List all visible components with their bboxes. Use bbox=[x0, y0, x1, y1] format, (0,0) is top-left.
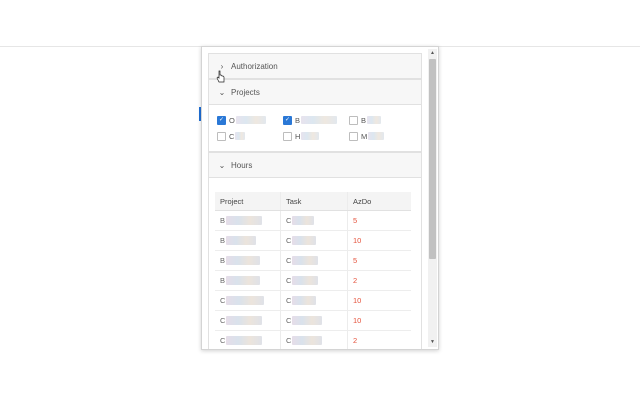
redacted-text bbox=[226, 236, 257, 246]
redacted-text bbox=[368, 132, 385, 140]
redacted-text bbox=[235, 116, 266, 124]
authorization-label: Authorization bbox=[231, 61, 278, 71]
azdo-hours-cell: 10 bbox=[347, 230, 411, 251]
project-name: H bbox=[295, 131, 301, 141]
table-row[interactable]: BC2 bbox=[215, 270, 411, 291]
redacted-text bbox=[226, 276, 261, 286]
popup-content: › Authorization ⌄ Projects ✓ O ✓ B B C H… bbox=[208, 53, 422, 349]
table-row[interactable]: B C 10 bbox=[215, 230, 411, 251]
project-name: B bbox=[361, 115, 367, 125]
scrollbar-thumb[interactable] bbox=[429, 59, 436, 259]
hours-label: Hours bbox=[231, 160, 253, 170]
projects-list: ✓ O ✓ B B C H M bbox=[209, 105, 421, 152]
redacted-text bbox=[226, 296, 265, 306]
task-cell: C bbox=[280, 270, 348, 291]
chevron-down-icon: ⌄ bbox=[218, 160, 226, 170]
redacted-text bbox=[292, 336, 323, 346]
table-row[interactable]: BC5 bbox=[215, 250, 411, 271]
projects-label: Projects bbox=[231, 87, 260, 97]
task-cell: C bbox=[280, 330, 348, 349]
hours-table: Project Task AzDo B C 5 B C 10 B C 5 B C 2 C C 10 C C 10 C… bbox=[215, 192, 411, 349]
project-cell: B bbox=[215, 270, 281, 291]
project-cell: B bbox=[215, 250, 281, 271]
projects-section: ⌄ Projects ✓ O ✓ B B C H M bbox=[208, 79, 422, 152]
project-checkbox-5[interactable]: H bbox=[283, 131, 349, 141]
task-cell: C bbox=[280, 250, 348, 271]
column-header-azdo[interactable]: AzDo bbox=[347, 192, 411, 211]
redacted-text bbox=[235, 132, 246, 140]
hours-body: Project Task AzDo B C 5 B C 10 B C 5 B C 2 C C 10 C C 10 C… bbox=[209, 178, 421, 349]
azdo-hours-cell: 10 bbox=[347, 290, 411, 311]
redacted-text bbox=[367, 116, 382, 124]
redacted-text bbox=[292, 296, 317, 306]
column-header-task[interactable]: Task bbox=[280, 192, 348, 211]
scroll-up-arrow-icon[interactable]: ▲ bbox=[428, 49, 437, 58]
project-checkbox-2[interactable]: ✓ B bbox=[283, 115, 349, 125]
azdo-hours-cell: 2 bbox=[347, 330, 411, 349]
hours-header[interactable]: ⌄ Hours bbox=[209, 153, 421, 178]
hand-cursor-icon bbox=[216, 70, 225, 83]
project-name: O bbox=[229, 115, 235, 125]
task-cell: C bbox=[280, 210, 348, 231]
checkbox-unchecked-icon[interactable] bbox=[217, 131, 226, 141]
project-checkbox-1[interactable]: ✓ O bbox=[217, 115, 283, 125]
table-row[interactable]: BC5 bbox=[215, 210, 411, 231]
redacted-text bbox=[292, 316, 323, 326]
chevron-down-icon: ⌄ bbox=[218, 87, 226, 97]
projects-header[interactable]: ⌄ Projects bbox=[209, 80, 421, 105]
project-cell: C bbox=[215, 290, 281, 311]
authorization-header[interactable]: › Authorization bbox=[209, 54, 421, 79]
checkbox-checked-icon[interactable]: ✓ bbox=[217, 115, 226, 125]
table-row[interactable]: C C 10 bbox=[215, 310, 411, 331]
redacted-text bbox=[226, 316, 263, 326]
redacted-text bbox=[226, 256, 261, 266]
project-cell: B bbox=[215, 230, 281, 251]
project-checkbox-6[interactable]: M bbox=[349, 131, 409, 141]
checkbox-checked-icon[interactable]: ✓ bbox=[283, 115, 292, 125]
column-header-project[interactable]: Project bbox=[215, 192, 281, 211]
redacted-text bbox=[292, 216, 315, 226]
table-header-row: Project Task AzDo bbox=[215, 192, 411, 211]
redacted-text bbox=[301, 132, 320, 140]
task-cell: C bbox=[280, 310, 348, 331]
authorization-section: › Authorization bbox=[208, 53, 422, 79]
project-cell: C bbox=[215, 310, 281, 331]
checkbox-unchecked-icon[interactable] bbox=[349, 115, 358, 125]
redacted-text bbox=[226, 216, 263, 226]
redacted-text bbox=[301, 116, 338, 124]
redacted-text bbox=[292, 236, 317, 246]
vertical-scrollbar[interactable]: ▲ ▼ bbox=[428, 49, 437, 347]
project-name: M bbox=[361, 131, 368, 141]
redacted-text bbox=[292, 276, 319, 286]
extension-popup: › Authorization ⌄ Projects ✓ O ✓ B B C H… bbox=[201, 46, 439, 350]
hours-section: ⌄ Hours Project Task AzDo B C 5 B C 10 B C 5 B C 2 C… bbox=[208, 152, 422, 349]
redacted-text bbox=[292, 256, 319, 266]
azdo-hours-cell: 2 bbox=[347, 270, 411, 291]
checkbox-unchecked-icon[interactable] bbox=[349, 131, 358, 141]
project-checkbox-3[interactable]: B bbox=[349, 115, 409, 125]
scroll-down-arrow-icon[interactable]: ▼ bbox=[428, 338, 437, 347]
project-checkbox-4[interactable]: C bbox=[217, 131, 283, 141]
azdo-hours-cell: 10 bbox=[347, 310, 411, 331]
redacted-text bbox=[226, 336, 263, 346]
project-name: C bbox=[229, 131, 235, 141]
task-cell: C bbox=[280, 230, 348, 251]
table-row[interactable]: C C 10 bbox=[215, 290, 411, 311]
azdo-hours-cell: 5 bbox=[347, 250, 411, 271]
azdo-hours-cell: 5 bbox=[347, 210, 411, 231]
table-row[interactable]: CC2 bbox=[215, 330, 411, 349]
task-cell: C bbox=[280, 290, 348, 311]
checkbox-unchecked-icon[interactable] bbox=[283, 131, 292, 141]
project-cell: B bbox=[215, 210, 281, 231]
project-name: B bbox=[295, 115, 301, 125]
project-cell: C bbox=[215, 330, 281, 349]
